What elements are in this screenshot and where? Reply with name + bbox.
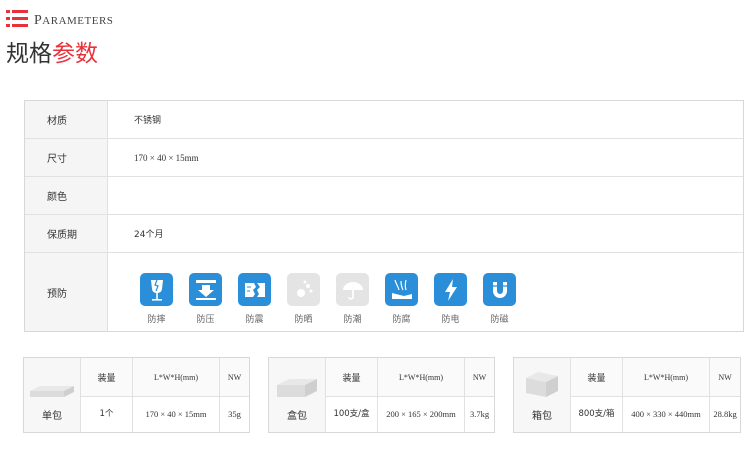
param-row-size: 尺寸 170 × 40 × 15mm [25, 139, 743, 177]
umbrella-icon [342, 281, 363, 300]
dim-header: L*W*H(mm) [623, 358, 709, 397]
nw-value: 35g [228, 409, 241, 419]
package-name: 箱包 [532, 411, 552, 422]
dim-value: 200 × 165 × 200mm [386, 409, 456, 419]
dim-value: 170 × 40 × 15mm [145, 409, 207, 419]
param-row-protection: 预防 防摔 防压 防震 防晒 防潮 防腐 防电 防磁 [25, 253, 743, 331]
section-title-chinese: 规格参数 [6, 41, 98, 67]
nw-header: NW [465, 358, 494, 397]
dim-value: 400 × 330 × 440mm [631, 409, 701, 419]
package-image: 箱包 [514, 358, 571, 432]
param-value: 170 × 40 × 15mm [134, 152, 199, 163]
param-label: 材质 [25, 101, 108, 138]
protection-item: 防压 [181, 273, 230, 325]
lightning-icon [444, 278, 457, 301]
magnet-icon [492, 281, 507, 298]
protection-item: 防震 [230, 273, 279, 325]
param-row-color: 颜色 [25, 177, 743, 215]
protection-item: 防磁 [475, 273, 524, 325]
param-label: 尺寸 [25, 139, 108, 176]
dim-header: L*W*H(mm) [133, 358, 219, 397]
param-value [108, 177, 743, 214]
param-label: 保质期 [25, 215, 108, 252]
param-row-shelf-life: 保质期 24个月 [25, 215, 743, 253]
sun-icon [296, 280, 312, 297]
section-title-english: PARAMETERS [34, 13, 114, 28]
list-icon [6, 10, 28, 28]
param-value: 不锈钢 [134, 116, 162, 126]
package-image: 盒包 [269, 358, 326, 432]
qty-value: 100支/盒 [333, 409, 370, 419]
package-image: 单包 [24, 358, 81, 432]
param-label: 预防 [25, 253, 108, 331]
param-value: 24个月 [134, 230, 164, 240]
protection-item: 防潮 [328, 273, 377, 325]
press-arrow-icon [195, 279, 216, 300]
fragile-glass-icon [150, 279, 163, 301]
flat-package-icon [30, 386, 74, 397]
qty-header: 装量 [571, 358, 622, 397]
qty-value: 800支/箱 [578, 409, 615, 419]
package-name: 单包 [42, 411, 62, 422]
qty-value: 1个 [99, 409, 114, 419]
nw-header: NW [220, 358, 249, 397]
nw-value: 3.7kg [469, 409, 490, 419]
box-package-icon [277, 379, 317, 397]
nw-value: 28.8kg [713, 409, 737, 419]
protection-icons: 防摔 防压 防震 防晒 防潮 防腐 防电 防磁 [108, 253, 743, 331]
protection-item: 防腐 [377, 273, 426, 325]
shock-crack-icon [244, 282, 265, 297]
corrosion-icon [391, 279, 412, 299]
package-table-box: 盒包 装量 100支/盒 L*W*H(mm) 200 × 165 × 200mm N… [268, 357, 495, 433]
param-label: 颜色 [25, 177, 108, 214]
qty-header: 装量 [326, 358, 377, 397]
dim-header: L*W*H(mm) [378, 358, 464, 397]
qty-header: 装量 [81, 358, 132, 397]
parameters-table: 材质 不锈钢 尺寸 170 × 40 × 15mm 颜色 保质期 24个月 预防… [24, 100, 744, 332]
carton-box-icon [526, 372, 558, 397]
protection-item: 防晒 [279, 273, 328, 325]
package-name: 盒包 [287, 411, 307, 422]
protection-item: 防电 [426, 273, 475, 325]
package-table-single: 单包 装量 1个 L*W*H(mm) 170 × 40 × 15mm NW 35g [23, 357, 250, 433]
package-table-carton: 箱包 装量 800支/箱 L*W*H(mm) 400 × 330 × 440mm N… [513, 357, 741, 433]
protection-item: 防摔 [132, 273, 181, 325]
nw-header: NW [710, 358, 740, 397]
param-row-material: 材质 不锈钢 [25, 101, 743, 139]
